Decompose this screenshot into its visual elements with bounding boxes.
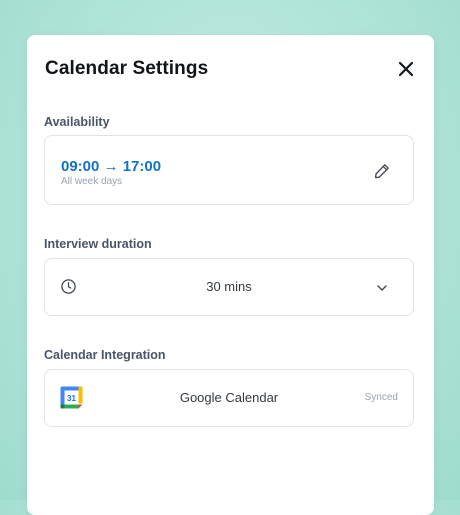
- arrow-icon: →: [103, 158, 119, 175]
- duration-value: 30 mins: [206, 279, 252, 294]
- close-icon: [398, 61, 414, 77]
- integration-row[interactable]: 31 Google Calendar Synced: [44, 369, 414, 427]
- availability-label: Availability: [44, 115, 110, 129]
- availability-end: 17:00: [122, 158, 162, 175]
- availability-start: 09:00: [61, 158, 100, 175]
- availability-subtitle: All week days: [61, 176, 123, 187]
- edit-availability-button[interactable]: [373, 162, 391, 180]
- integration-name: Google Calendar: [179, 390, 279, 405]
- calendar-settings-modal: Calendar Settings Availability 09:00 → 1…: [27, 35, 434, 515]
- duration-select[interactable]: 30 mins: [44, 258, 414, 316]
- availability-time-range: 09:00 → 17:00: [61, 158, 161, 175]
- close-button[interactable]: [397, 60, 415, 78]
- pencil-icon: [374, 164, 389, 179]
- chevron-down-icon: [377, 285, 387, 291]
- integration-status: Synced: [364, 392, 398, 403]
- duration-label: Interview duration: [44, 237, 152, 251]
- modal-title: Calendar Settings: [45, 58, 209, 79]
- availability-card: 09:00 → 17:00 All week days: [44, 135, 414, 205]
- integration-label: Calendar Integration: [44, 348, 166, 362]
